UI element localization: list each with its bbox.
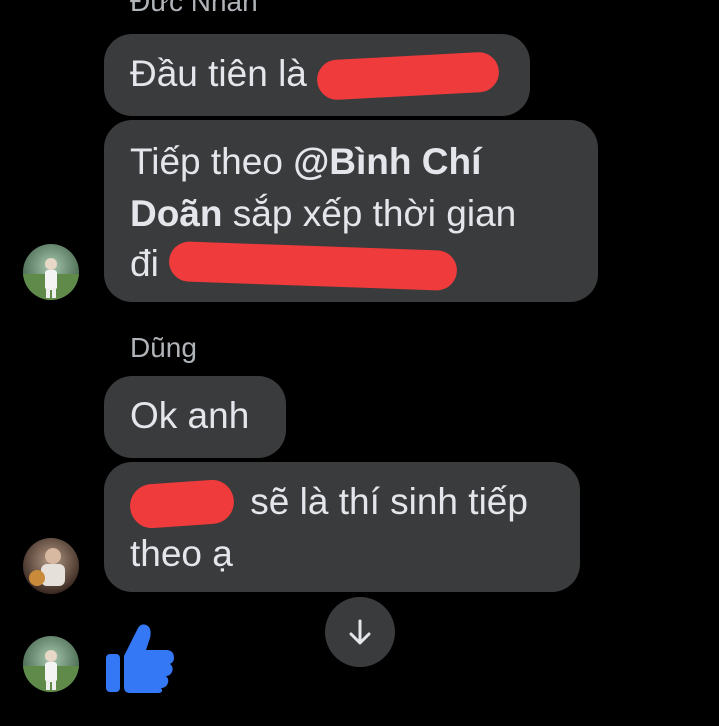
avatar[interactable] [23, 244, 79, 300]
arrow-down-icon [349, 619, 371, 645]
message-bubble[interactable]: Đầu tiên là [104, 34, 530, 116]
like-reaction[interactable] [104, 620, 176, 694]
scroll-to-bottom-button[interactable] [325, 597, 395, 667]
message-bubble[interactable]: sẽ là thí sinh tiếp theo ạ [104, 462, 580, 592]
thumbs-up-icon [106, 624, 174, 693]
message-text: sẽ là thí sinh tiếp [250, 481, 528, 522]
redaction-mark [128, 478, 236, 530]
message-bubble[interactable]: Tiếp theo @Bình Chí Doãn sắp xếp thời gi… [104, 120, 598, 302]
avatar[interactable] [23, 636, 79, 692]
sender-name: Dũng [130, 332, 197, 363]
message-text: theo ạ [130, 533, 233, 574]
message-text: Ok anh [130, 395, 250, 436]
message-bubble[interactable]: Ok anh [104, 376, 286, 458]
person-figure-icon [23, 650, 79, 692]
sender-name: Đức Nhân [130, 0, 258, 17]
avatar[interactable] [23, 538, 79, 594]
redaction-mark [316, 51, 501, 101]
message-text: đi [130, 243, 159, 284]
message-text: Đầu tiên là [130, 53, 307, 94]
redaction-mark [168, 241, 458, 292]
person-figure-icon [23, 258, 79, 300]
message-text: sắp xếp thời gian [232, 193, 517, 234]
message-text: Tiếp theo [130, 141, 283, 182]
person-figure-icon [29, 548, 65, 586]
